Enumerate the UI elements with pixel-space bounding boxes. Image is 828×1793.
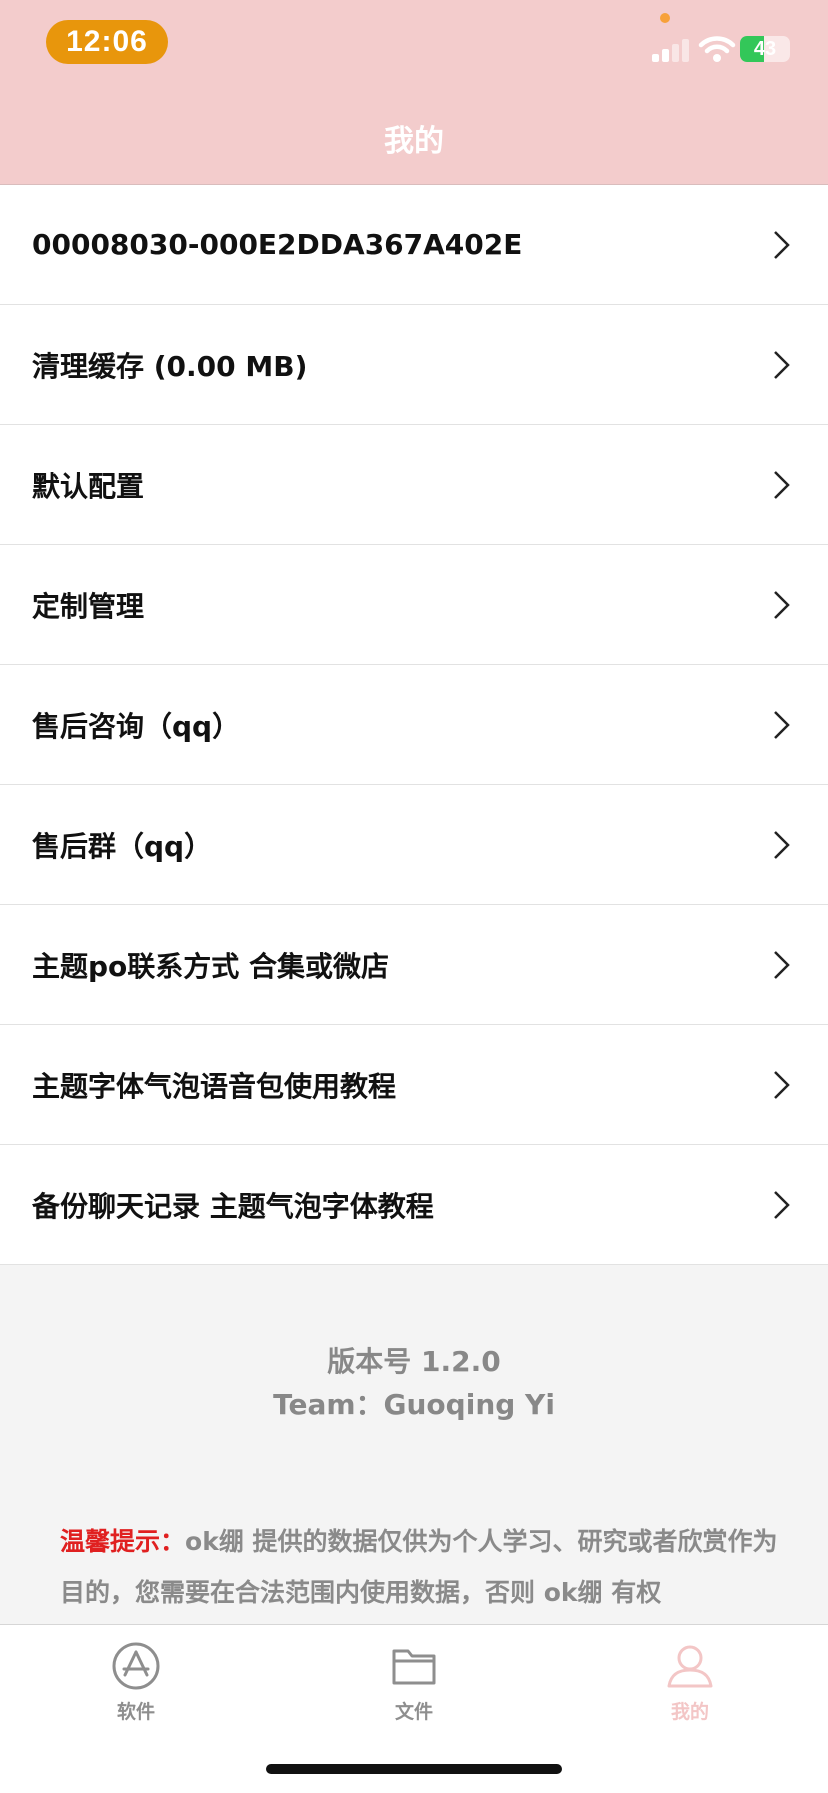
- notice-prefix: 温馨提示：: [60, 1527, 186, 1556]
- chevron-right-icon: [774, 711, 790, 739]
- chevron-right-icon: [774, 951, 790, 979]
- chevron-right-icon: [774, 1071, 790, 1099]
- menu-item-device-id[interactable]: 00008030-000E2DDA367A402E: [0, 185, 828, 305]
- chevron-right-icon: [774, 591, 790, 619]
- app-store-icon: [112, 1642, 160, 1690]
- chevron-right-icon: [774, 831, 790, 859]
- folder-icon: [392, 1649, 436, 1685]
- menu-item-backup-tutorial[interactable]: 备份聊天记录 主题气泡字体教程: [0, 1145, 828, 1265]
- tab-software[interactable]: 软件: [66, 1641, 206, 1724]
- tab-mine[interactable]: 我的: [620, 1641, 760, 1724]
- menu-item-clear-cache[interactable]: 清理缓存 (0.00 MB): [0, 305, 828, 425]
- menu-item-label: 主题po联系方式 合集或微店: [32, 949, 390, 983]
- tab-label: 我的: [670, 1701, 709, 1723]
- team-text: Team：Guoqing Yi: [273, 1388, 555, 1421]
- menu-item-after-sales-qq[interactable]: 售后咨询（qq）: [0, 665, 828, 785]
- menu-item-label: 备份聊天记录 主题气泡字体教程: [32, 1189, 434, 1223]
- status-time: 12:06: [46, 20, 168, 64]
- menu-item-theme-contact[interactable]: 主题po联系方式 合集或微店: [0, 905, 828, 1025]
- menu-item-after-sales-group[interactable]: 售后群（qq）: [0, 785, 828, 905]
- version-text: 版本号 1.2.0: [327, 1345, 501, 1378]
- page-title: 我的: [384, 124, 444, 159]
- person-icon: [667, 1645, 713, 1688]
- battery-percent: 43: [753, 37, 777, 60]
- cellular-signal-icon: [652, 38, 692, 62]
- menu-item-default-config[interactable]: 默认配置: [0, 425, 828, 545]
- menu-item-custom-management[interactable]: 定制管理: [0, 545, 828, 665]
- menu-item-label: 售后咨询（qq）: [32, 709, 241, 743]
- menu-item-label: 定制管理: [32, 589, 145, 623]
- header: 12:06 43 我的: [0, 0, 828, 185]
- chevron-right-icon: [774, 231, 790, 259]
- menu-item-label: 售后群（qq）: [32, 829, 213, 863]
- menu-item-label: 清理缓存 (0.00 MB): [32, 349, 308, 383]
- menu-item-label: 主题字体气泡语音包使用教程: [32, 1069, 397, 1103]
- battery-icon: 43: [740, 36, 790, 62]
- home-indicator[interactable]: [266, 1764, 562, 1774]
- privacy-indicator-dot: [660, 13, 670, 23]
- tab-files[interactable]: 文件: [344, 1641, 484, 1724]
- tab-label: 文件: [394, 1701, 433, 1723]
- wifi-icon: [698, 36, 736, 62]
- menu-item-label: 00008030-000E2DDA367A402E: [32, 228, 523, 261]
- menu-item-label: 默认配置: [32, 469, 145, 503]
- chevron-right-icon: [774, 471, 790, 499]
- settings-list: 00008030-000E2DDA367A402E 清理缓存 (0.00 MB)…: [0, 185, 828, 1265]
- chevron-right-icon: [774, 351, 790, 379]
- tab-label: 软件: [116, 1701, 155, 1723]
- chevron-right-icon: [774, 1191, 790, 1219]
- notice-paragraph: 温馨提示：ok绷 提供的数据仅供为个人学习、研究或者欣赏作为目的，您需要在合法范…: [60, 1516, 780, 1618]
- menu-item-theme-tutorial[interactable]: 主题字体气泡语音包使用教程: [0, 1025, 828, 1145]
